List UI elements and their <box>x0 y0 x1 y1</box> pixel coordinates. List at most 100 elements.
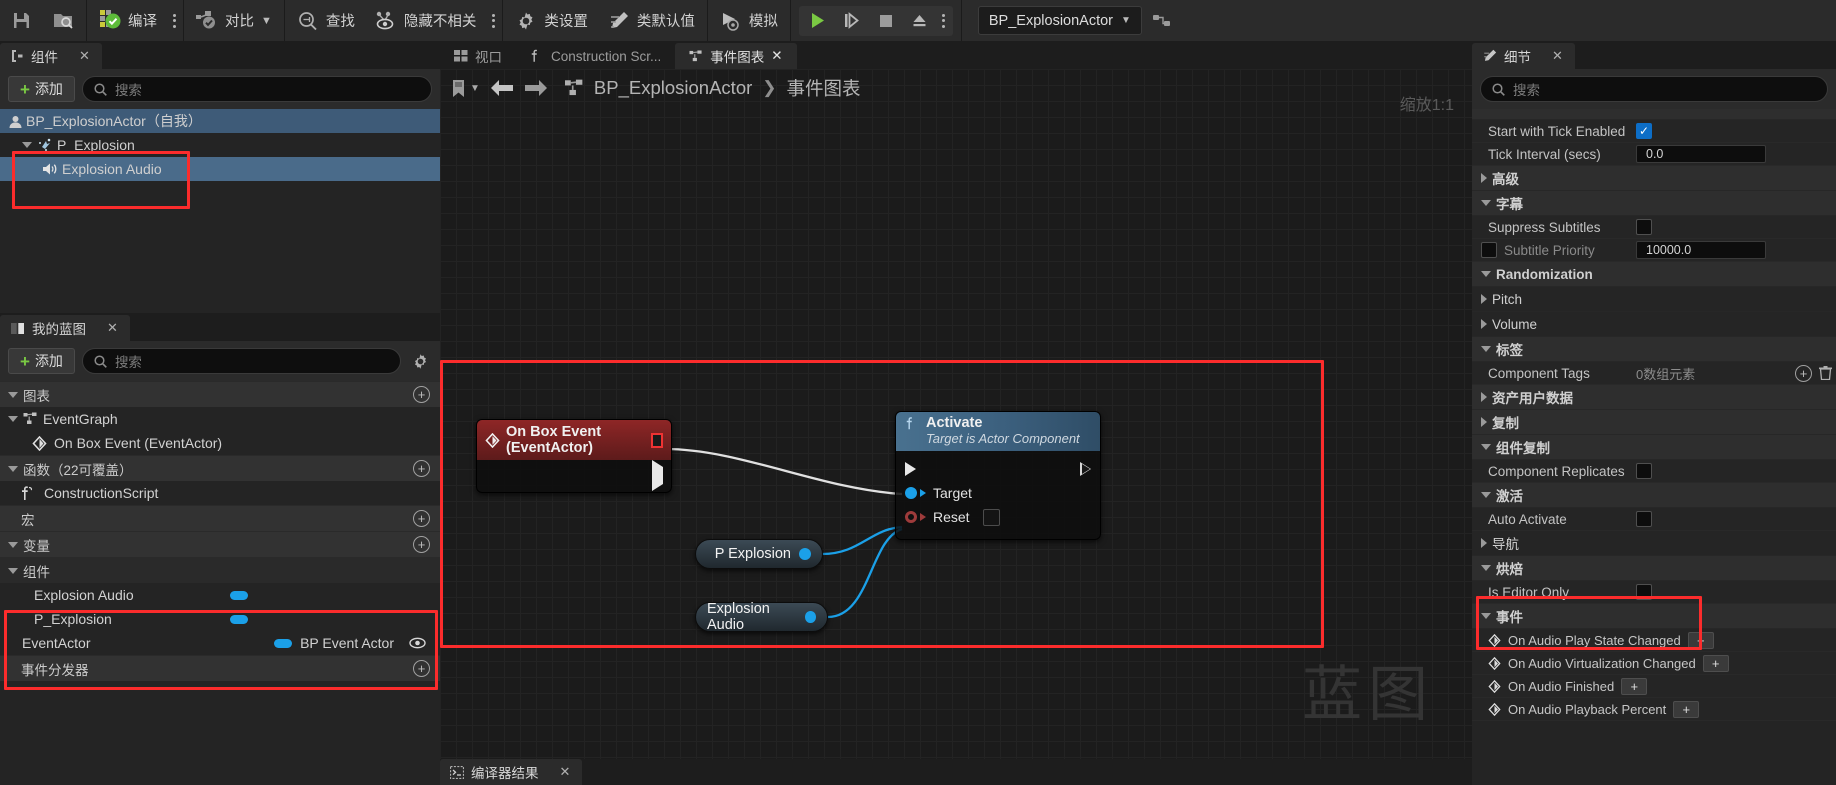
checkbox-unchecked[interactable] <box>1636 219 1652 235</box>
add-dispatcher-button[interactable]: + <box>413 660 430 677</box>
back-arrow-icon[interactable] <box>490 79 514 97</box>
chevron-right-icon[interactable] <box>1481 538 1487 548</box>
close-icon[interactable]: ✕ <box>1552 48 1563 64</box>
chevron-down-icon[interactable] <box>1481 565 1491 571</box>
section-event-dispatchers[interactable]: 事件分发器 + <box>0 655 440 681</box>
category-tags[interactable]: 标签 <box>1472 337 1836 362</box>
browse-button[interactable] <box>42 3 84 39</box>
variable-row-p-explosion[interactable]: P_Explosion <box>0 607 440 631</box>
chevron-right-icon[interactable] <box>1481 319 1487 329</box>
section-macros[interactable]: 宏 + <box>0 505 440 531</box>
close-icon[interactable]: ✕ <box>771 48 782 64</box>
add-macro-button[interactable]: + <box>413 510 430 527</box>
component-row-self[interactable]: BP_ExplosionActor（自我） <box>0 109 440 133</box>
category-navigation[interactable]: 导航 <box>1472 531 1836 556</box>
save-button[interactable] <box>0 3 42 39</box>
prop-tick-interval[interactable]: Tick Interval (secs) 0.0 <box>1472 143 1836 166</box>
number-field[interactable]: 10000.0 <box>1636 241 1766 259</box>
item-construction-script[interactable]: ConstructionScript <box>0 481 440 505</box>
compile-button[interactable]: 编译 <box>89 3 167 39</box>
category-events[interactable]: 事件 <box>1472 604 1836 629</box>
compile-options-kebab[interactable] <box>167 3 181 39</box>
add-event-button[interactable]: + <box>1673 700 1700 718</box>
add-graph-button[interactable]: + <box>413 386 430 403</box>
my-blueprint-settings-button[interactable] <box>408 349 432 373</box>
close-icon[interactable]: ✕ <box>107 320 118 336</box>
event-row-on-audio-play-state-changed[interactable]: On Audio Play State Changed + <box>1472 629 1836 652</box>
add-function-button[interactable]: + <box>413 460 430 477</box>
checkbox-checked[interactable]: ✓ <box>1636 123 1652 139</box>
details-property-list[interactable]: Start with Tick Enabled ✓ Tick Interval … <box>1472 109 1836 785</box>
prop-start-with-tick-enabled[interactable]: Start with Tick Enabled ✓ <box>1472 120 1836 143</box>
hide-unrelated-button[interactable]: 隐藏不相关 <box>365 3 487 39</box>
add-event-button[interactable]: + <box>1702 654 1729 672</box>
prop-component-replicates[interactable]: Component Replicates <box>1472 460 1836 483</box>
forward-arrow-icon[interactable] <box>524 79 548 97</box>
item-on-box-event[interactable]: On Box Event (EventActor) <box>0 431 440 455</box>
exec-output-pin[interactable] <box>1080 462 1091 476</box>
chevron-down-icon[interactable] <box>8 416 18 422</box>
section-graphs[interactable]: 图表 + <box>0 381 440 407</box>
find-button[interactable]: 查找 <box>287 3 365 39</box>
category-replication[interactable]: 复制 <box>1472 410 1836 435</box>
prop-suppress-subtitles[interactable]: Suppress Subtitles <box>1472 216 1836 239</box>
diff-button[interactable]: 对比 ▼ <box>186 3 282 39</box>
chevron-down-icon[interactable] <box>1481 492 1491 498</box>
components-add-button[interactable]: + 添加 <box>8 76 75 102</box>
chevron-down-icon[interactable] <box>8 567 18 574</box>
prop-component-tags[interactable]: Component Tags 0数组元素 + <box>1472 362 1836 385</box>
class-settings-button[interactable]: 类设置 <box>505 3 598 39</box>
number-field[interactable]: 0.0 <box>1636 145 1766 163</box>
category-advanced[interactable]: 高级 <box>1472 166 1836 191</box>
checkbox-unchecked[interactable] <box>1636 463 1652 479</box>
component-row-explosion-audio[interactable]: Explosion Audio <box>0 157 440 181</box>
exec-output-pin[interactable] <box>652 460 663 491</box>
bookmark-button[interactable]: ▼ <box>450 79 480 98</box>
variable-row-explosion-audio[interactable]: Explosion Audio <box>0 583 440 607</box>
debug-filter-button[interactable] <box>1142 3 1184 39</box>
add-variable-button[interactable]: + <box>413 536 430 553</box>
red-square-marker[interactable] <box>650 432 663 448</box>
node-on-box-event[interactable]: On Box Event (EventActor) <box>476 419 672 493</box>
tab-compiler-results[interactable]: 编译器结果 ✕ <box>440 759 583 785</box>
chevron-right-icon[interactable] <box>1481 417 1487 427</box>
category-randomization[interactable]: Randomization <box>1472 262 1836 287</box>
simulate-button[interactable]: 模拟 <box>710 3 788 39</box>
my-blueprint-add-button[interactable]: + 添加 <box>8 348 75 374</box>
event-row-on-audio-virtualization-changed[interactable]: On Audio Virtualization Changed + <box>1472 652 1836 675</box>
chevron-right-icon[interactable] <box>1481 173 1487 183</box>
add-event-button[interactable]: + <box>1687 631 1714 649</box>
prop-is-editor-only[interactable]: Is Editor Only <box>1472 581 1836 604</box>
section-components-group[interactable]: 组件 <box>0 557 440 583</box>
category-pitch[interactable]: Pitch <box>1472 287 1836 312</box>
circle-plus-icon[interactable]: + <box>1795 364 1812 382</box>
chevron-down-icon[interactable] <box>8 391 18 398</box>
category-cooking[interactable]: 烘焙 <box>1472 556 1836 581</box>
step-button[interactable] <box>835 6 869 36</box>
object-input-pin[interactable] <box>905 487 917 499</box>
chevron-down-icon[interactable] <box>8 465 18 472</box>
node-get-explosion-audio[interactable]: Explosion Audio <box>695 601 828 633</box>
component-row-p-explosion[interactable]: P_Explosion <box>0 133 440 157</box>
event-row-on-audio-playback-percent[interactable]: On Audio Playback Percent + <box>1472 698 1836 721</box>
chevron-down-icon[interactable] <box>1481 200 1491 206</box>
chevron-down-icon[interactable] <box>1481 271 1491 277</box>
chevron-down-icon[interactable] <box>1481 346 1491 352</box>
object-output-pin[interactable] <box>799 548 811 560</box>
tab-event-graph[interactable]: 事件图表 ✕ <box>675 43 797 69</box>
category-subtitles[interactable]: 字幕 <box>1472 191 1836 216</box>
close-icon[interactable]: ✕ <box>560 764 571 780</box>
tab-viewport[interactable]: 视口 <box>440 43 516 69</box>
reset-checkbox[interactable] <box>982 508 1000 526</box>
node-pin-reset[interactable]: Reset <box>896 505 1100 529</box>
breadcrumb-root[interactable]: BP_ExplosionActor <box>594 77 752 99</box>
chevron-down-icon[interactable] <box>8 541 18 548</box>
tab-details[interactable]: 细节 ✕ <box>1472 43 1575 69</box>
close-icon[interactable]: ✕ <box>79 48 90 64</box>
chevron-down-icon[interactable] <box>1481 613 1491 619</box>
chevron-down-icon[interactable] <box>22 142 32 148</box>
prop-auto-activate[interactable]: Auto Activate <box>1472 508 1836 531</box>
my-blueprint-search-input[interactable]: 搜索 <box>81 348 401 374</box>
chevron-right-icon[interactable] <box>1481 392 1487 402</box>
node-activate[interactable]: Activate Target is Actor Component Targe… <box>895 411 1101 540</box>
